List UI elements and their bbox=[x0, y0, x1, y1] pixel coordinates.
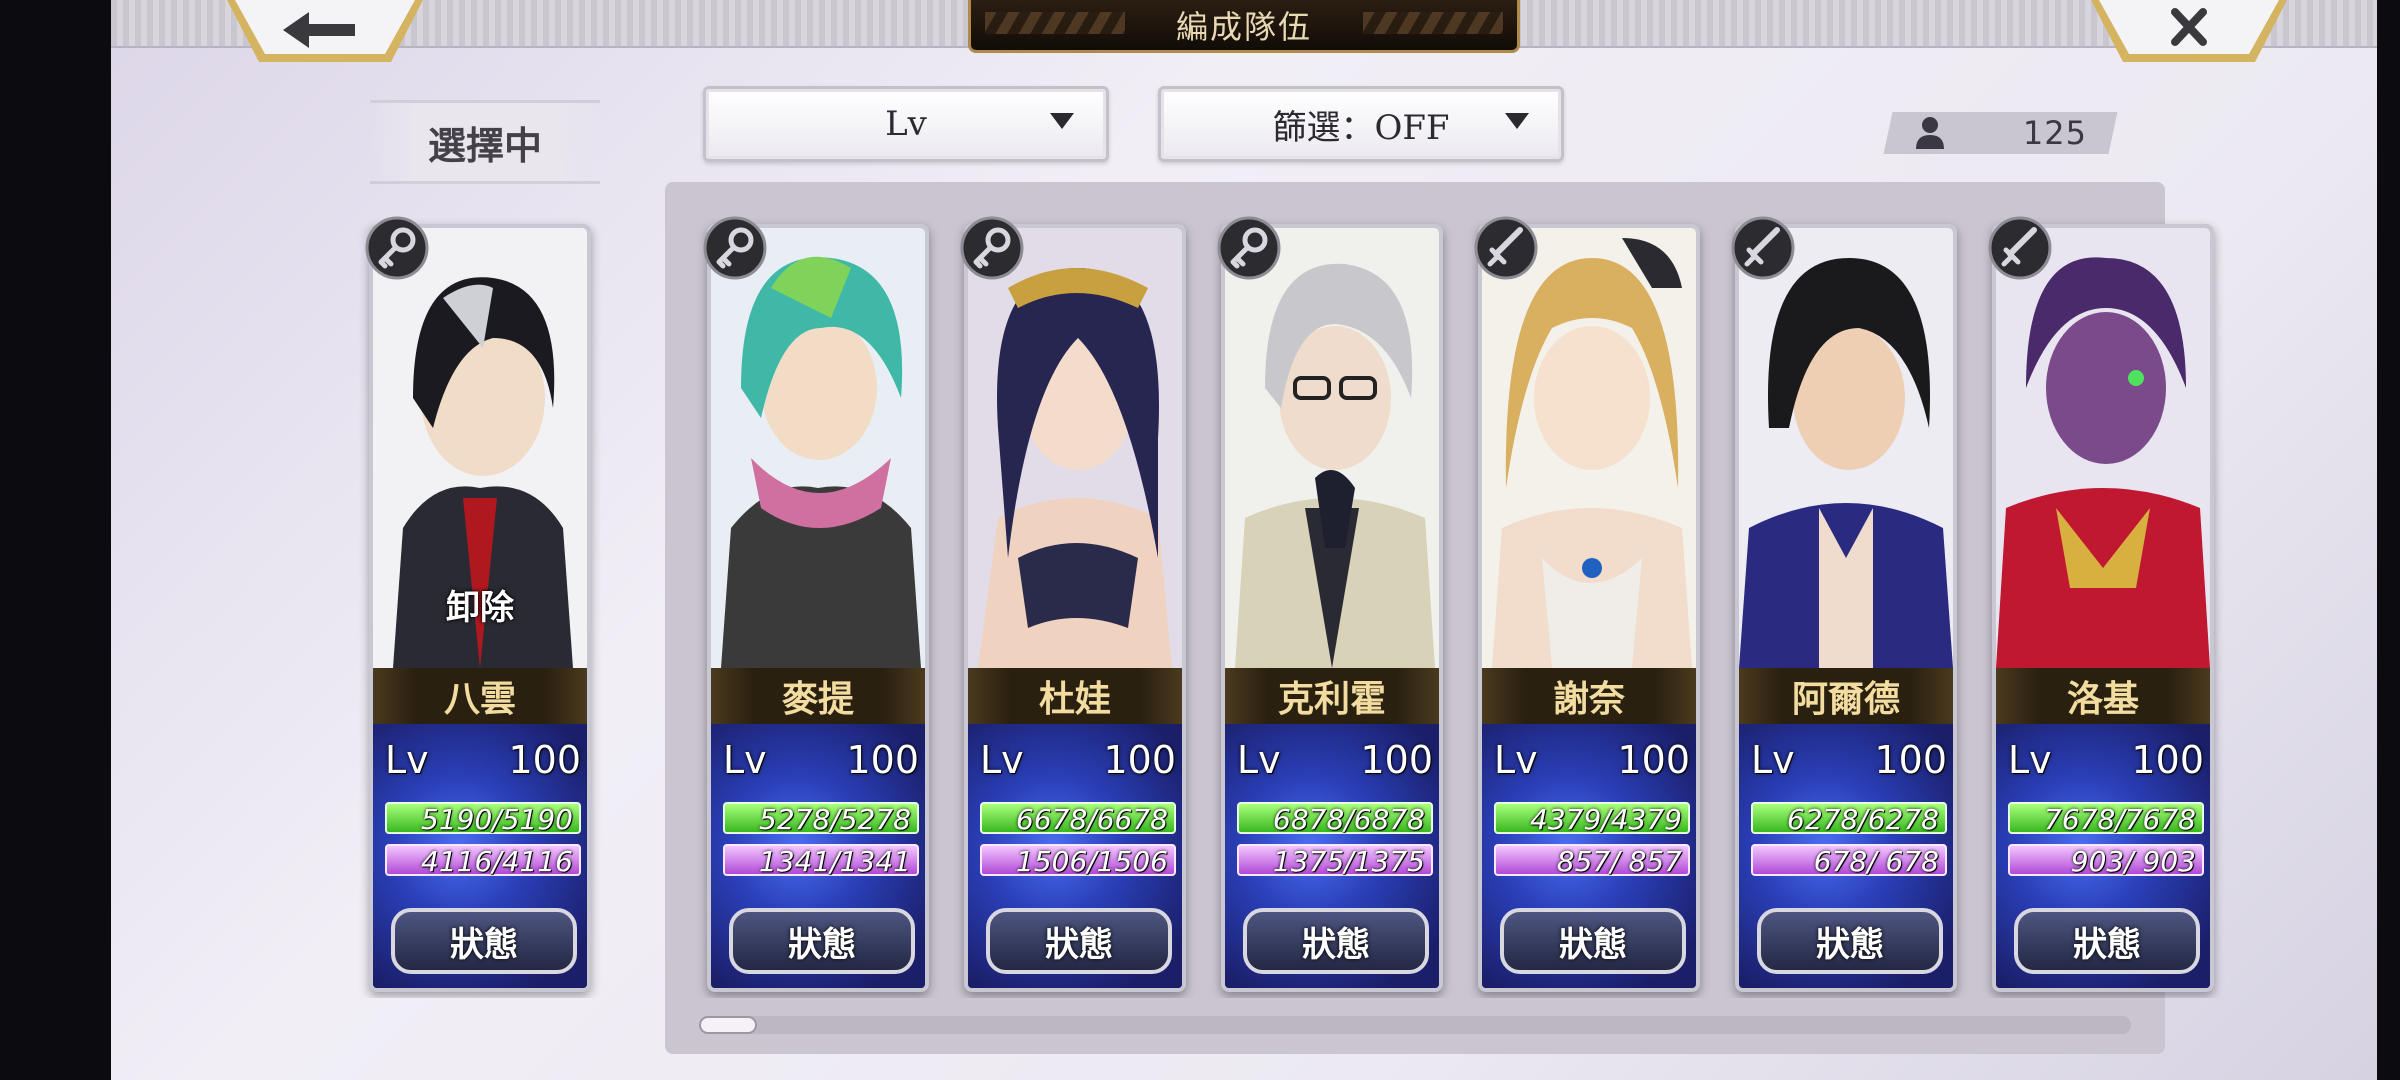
selected-section-label: 選擇中 bbox=[370, 100, 600, 184]
level-label: Lv bbox=[1494, 738, 1538, 782]
mp-bar: 4116/4116 bbox=[385, 844, 581, 878]
level-value: 100 bbox=[1103, 738, 1176, 782]
unit-portrait: 卸除 bbox=[373, 228, 587, 668]
status-button[interactable]: 狀態 bbox=[1243, 908, 1429, 974]
unit-name: 麥提 bbox=[711, 668, 925, 724]
user-icon bbox=[1916, 117, 1944, 149]
unit-name: 八雲 bbox=[373, 668, 587, 724]
remove-label[interactable]: 卸除 bbox=[373, 580, 587, 629]
level-value: 100 bbox=[846, 738, 919, 782]
level-label: Lv bbox=[980, 738, 1024, 782]
level-value: 100 bbox=[1617, 738, 1690, 782]
scroll-thumb[interactable] bbox=[699, 1016, 757, 1034]
filter-dropdown[interactable]: 篩選：OFF bbox=[1158, 86, 1564, 162]
card-frame: 洛基 Lv 100 7678/7678 903/ 903 狀態 bbox=[1992, 224, 2214, 992]
key-role-icon bbox=[1217, 216, 1281, 280]
mp-bar: 857/ 857 bbox=[1494, 844, 1690, 878]
unit-card[interactable]: 謝奈 Lv 100 4379/4379 857/ 857 狀態 bbox=[1474, 216, 1700, 992]
status-button[interactable]: 狀態 bbox=[729, 908, 915, 974]
back-button[interactable] bbox=[227, 0, 423, 66]
hp-bar: 6678/6678 bbox=[980, 802, 1176, 836]
level-value: 100 bbox=[2131, 738, 2204, 782]
unit-portrait bbox=[711, 228, 925, 668]
level-label: Lv bbox=[1751, 738, 1795, 782]
unit-stats: Lv 100 5190/5190 4116/4116 狀態 bbox=[373, 724, 587, 988]
unit-card[interactable]: 杜娃 Lv 100 6678/6678 1506/1506 狀態 bbox=[960, 216, 1186, 992]
back-arrow-icon bbox=[227, 0, 423, 62]
hp-bar: 6878/6878 bbox=[1237, 802, 1433, 836]
unit-name: 克利霍 bbox=[1225, 668, 1439, 724]
level-label: Lv bbox=[385, 738, 429, 782]
unit-stats: Lv 100 6278/6278 678/ 678 狀態 bbox=[1739, 724, 1953, 988]
chevron-down-icon bbox=[1505, 113, 1529, 129]
unit-stats: Lv 100 7678/7678 903/ 903 狀態 bbox=[1996, 724, 2210, 988]
key-role-icon bbox=[960, 216, 1024, 280]
unit-name: 杜娃 bbox=[968, 668, 1182, 724]
unit-portrait bbox=[968, 228, 1182, 668]
unit-portrait bbox=[1225, 228, 1439, 668]
hp-bar: 4379/4379 bbox=[1494, 802, 1690, 836]
card-frame: 卸除 八雲 Lv 100 5190/5190 4116/4116 狀態 bbox=[369, 224, 591, 992]
filter-dropdown-value: 篩選：OFF bbox=[1272, 107, 1450, 148]
hp-bar: 5190/5190 bbox=[385, 802, 581, 836]
unit-card[interactable]: 洛基 Lv 100 7678/7678 903/ 903 狀態 bbox=[1988, 216, 2214, 992]
party-formation-screen: 編成隊伍 選擇中 Lv 篩選：OFF 125 卸除 八雲 Lv 100 5190… bbox=[111, 0, 2377, 1080]
card-frame: 阿爾德 Lv 100 6278/6278 678/ 678 狀態 bbox=[1735, 224, 1957, 992]
sword-role-icon bbox=[1731, 216, 1795, 280]
status-button[interactable]: 狀態 bbox=[2014, 908, 2200, 974]
chevron-down-icon bbox=[1050, 113, 1074, 129]
mp-bar: 1375/1375 bbox=[1237, 844, 1433, 878]
unit-portrait bbox=[1739, 228, 1953, 668]
unit-stats: Lv 100 6878/6878 1375/1375 狀態 bbox=[1225, 724, 1439, 988]
close-icon bbox=[2091, 0, 2287, 62]
hp-bar: 7678/7678 bbox=[2008, 802, 2204, 836]
hp-bar: 6278/6278 bbox=[1751, 802, 1947, 836]
unit-count: 125 bbox=[2022, 114, 2087, 152]
card-frame: 克利霍 Lv 100 6878/6878 1375/1375 狀態 bbox=[1221, 224, 1443, 992]
card-frame: 謝奈 Lv 100 4379/4379 857/ 857 狀態 bbox=[1478, 224, 1700, 992]
level-value: 100 bbox=[508, 738, 581, 782]
card-frame: 杜娃 Lv 100 6678/6678 1506/1506 狀態 bbox=[964, 224, 1186, 992]
key-role-icon bbox=[365, 216, 429, 280]
mp-bar: 1506/1506 bbox=[980, 844, 1176, 878]
mp-bar: 1341/1341 bbox=[723, 844, 919, 878]
unit-card[interactable]: 克利霍 Lv 100 6878/6878 1375/1375 狀態 bbox=[1217, 216, 1443, 992]
status-button[interactable]: 狀態 bbox=[986, 908, 1172, 974]
level-label: Lv bbox=[2008, 738, 2052, 782]
unit-name: 洛基 bbox=[1996, 668, 2210, 724]
status-button[interactable]: 狀態 bbox=[391, 908, 577, 974]
mp-bar: 678/ 678 bbox=[1751, 844, 1947, 878]
unit-stats: Lv 100 6678/6678 1506/1506 狀態 bbox=[968, 724, 1182, 988]
unit-count-badge: 125 bbox=[1883, 112, 2118, 154]
unit-stats: Lv 100 4379/4379 857/ 857 狀態 bbox=[1482, 724, 1696, 988]
level-value: 100 bbox=[1874, 738, 1947, 782]
sort-dropdown[interactable]: Lv bbox=[703, 86, 1109, 162]
unit-card[interactable]: 阿爾德 Lv 100 6278/6278 678/ 678 狀態 bbox=[1731, 216, 1957, 992]
sword-role-icon bbox=[1988, 216, 2052, 280]
selected-unit-card[interactable]: 卸除 八雲 Lv 100 5190/5190 4116/4116 狀態 bbox=[365, 216, 591, 992]
page-title: 編成隊伍 bbox=[968, 0, 1520, 53]
close-button[interactable] bbox=[2091, 0, 2287, 66]
sword-role-icon bbox=[1474, 216, 1538, 280]
unit-portrait bbox=[1482, 228, 1696, 668]
level-value: 100 bbox=[1360, 738, 1433, 782]
sort-dropdown-value: Lv bbox=[885, 104, 927, 144]
status-button[interactable]: 狀態 bbox=[1757, 908, 1943, 974]
unit-card[interactable]: 麥提 Lv 100 5278/5278 1341/1341 狀態 bbox=[703, 216, 929, 992]
unit-name: 阿爾德 bbox=[1739, 668, 1953, 724]
status-button[interactable]: 狀態 bbox=[1500, 908, 1686, 974]
hp-bar: 5278/5278 bbox=[723, 802, 919, 836]
unit-stats: Lv 100 5278/5278 1341/1341 狀態 bbox=[711, 724, 925, 988]
mp-bar: 903/ 903 bbox=[2008, 844, 2204, 878]
unit-name: 謝奈 bbox=[1482, 668, 1696, 724]
card-frame: 麥提 Lv 100 5278/5278 1341/1341 狀態 bbox=[707, 224, 929, 992]
level-label: Lv bbox=[723, 738, 767, 782]
level-label: Lv bbox=[1237, 738, 1281, 782]
roster-scrollbar[interactable] bbox=[699, 1016, 2131, 1034]
unit-portrait bbox=[1996, 228, 2210, 668]
unit-cards-area: 卸除 八雲 Lv 100 5190/5190 4116/4116 狀態 麥提 L… bbox=[111, 208, 2242, 998]
key-role-icon bbox=[703, 216, 767, 280]
